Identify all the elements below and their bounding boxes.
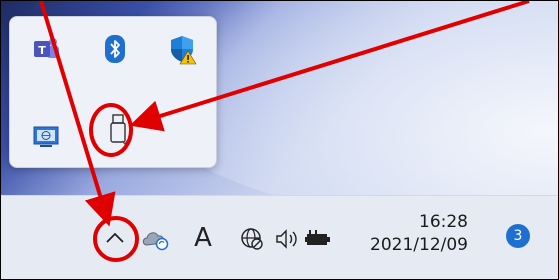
annotation-arrow-to-chevron bbox=[39, 1, 116, 227]
annotation-arrows bbox=[39, 1, 530, 227]
annotation-arrow-to-usb bbox=[129, 1, 530, 132]
desktop-screenshot: T A 16:28 2021/12/09 3 bbox=[0, 0, 559, 280]
